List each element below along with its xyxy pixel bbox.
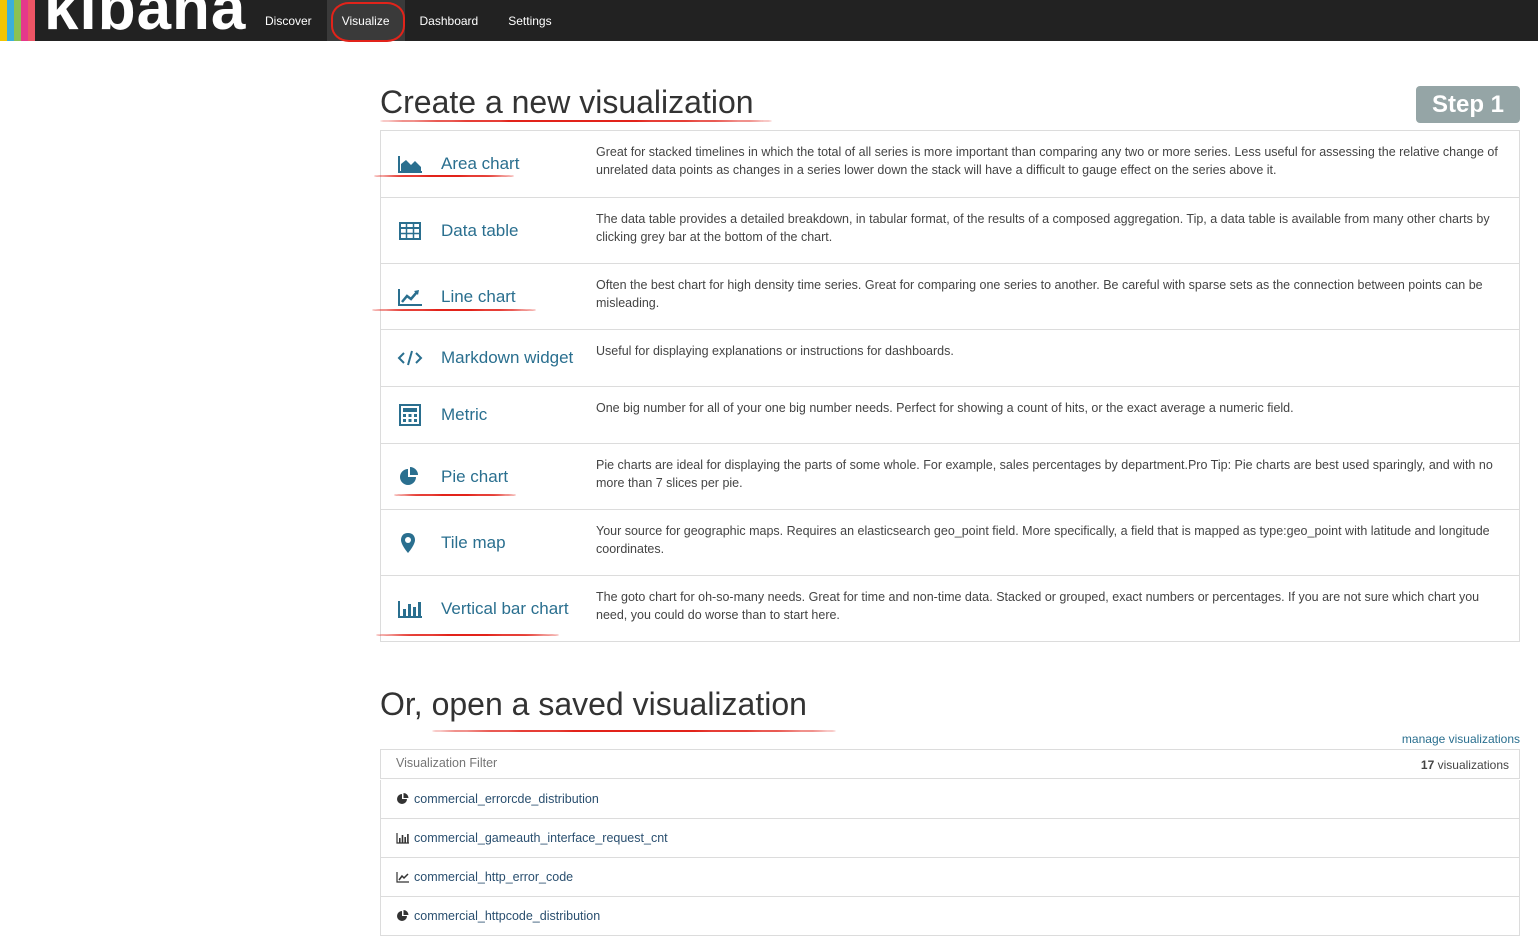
logo-text: kibana	[44, 0, 247, 41]
nav-settings[interactable]: Settings	[493, 0, 566, 41]
logo-stripes	[0, 0, 35, 41]
pie-chart-icon	[397, 466, 423, 487]
create-title: Create a new visualization	[380, 84, 754, 120]
vis-type-area-chart[interactable]: Area chart Great for stacked timelines i…	[381, 131, 1519, 197]
pie-chart-icon	[396, 909, 410, 923]
pie-chart-icon	[396, 792, 410, 806]
vis-type-metric[interactable]: Metric One big number for all of your on…	[381, 386, 1519, 443]
vis-type-name: Vertical bar chart	[441, 598, 569, 618]
vis-type-name: Metric	[441, 405, 488, 424]
vis-type-description: Useful for displaying explanations or in…	[596, 344, 954, 358]
bar-chart-icon	[397, 599, 423, 619]
vis-type-name: Pie chart	[441, 466, 509, 486]
top-navbar: kibana Discover Visualize Dashboard Sett…	[0, 0, 1538, 42]
annotation-underline	[432, 730, 836, 732]
area-chart-icon	[397, 154, 423, 174]
saved-visualization-name: commercial_errorcde_distribution	[414, 792, 599, 806]
vis-type-description: Your source for geographic maps. Require…	[596, 524, 1490, 556]
nav-discover[interactable]: Discover	[250, 0, 327, 41]
step-badge: Step 1	[1416, 86, 1520, 123]
vis-type-description: Great for stacked timelines in which the…	[596, 145, 1498, 177]
line-chart-icon	[397, 287, 423, 307]
vis-type-line-chart[interactable]: Line chart Often the best chart for high…	[381, 263, 1519, 329]
saved-visualization-name: commercial_gameauth_interface_request_cn…	[414, 831, 668, 845]
vis-type-vertical-bar-chart[interactable]: Vertical bar chart The goto chart for oh…	[381, 575, 1519, 641]
vis-type-description: The goto chart for oh-so-many needs. Gre…	[596, 590, 1480, 622]
line-chart-icon	[396, 870, 410, 884]
saved-visualization-name: commercial_http_error_code	[414, 870, 574, 884]
vis-type-description: Often the best chart for high density ti…	[596, 278, 1483, 310]
visualization-count-number: 17	[1420, 758, 1435, 772]
annotation-underline	[380, 120, 772, 122]
visualization-type-list: Area chart Great for stacked timelines i…	[380, 130, 1520, 642]
visualization-count-suffix: visualizations	[1437, 758, 1509, 772]
vis-type-name: Tile map	[441, 532, 506, 552]
vis-type-data-table[interactable]: Data table The data table provides a det…	[381, 197, 1519, 263]
table-icon	[397, 221, 423, 241]
saved-visualization-list: commercial_errorcde_distribution commerc…	[380, 780, 1520, 936]
vis-type-markdown-widget[interactable]: Markdown widget Useful for displaying ex…	[381, 329, 1519, 386]
vis-type-name: Markdown widget	[441, 348, 574, 367]
visualization-count: 17 visualizations	[1421, 758, 1509, 772]
saved-visualization-item[interactable]: commercial_gameauth_interface_request_cn…	[381, 819, 1519, 858]
annotation-underline	[374, 175, 514, 177]
saved-visualization-item[interactable]: commercial_errorcde_distribution	[381, 780, 1519, 819]
annotation-underline	[372, 309, 536, 311]
vis-type-name: Line chart	[441, 286, 516, 306]
bar-chart-icon	[396, 831, 410, 845]
saved-title: Or, open a saved visualization	[380, 686, 807, 722]
vis-type-pie-chart[interactable]: Pie chart Pie charts are ideal for displ…	[381, 443, 1519, 509]
vis-type-tile-map[interactable]: Tile map Your source for geographic maps…	[381, 509, 1519, 575]
nav-visualize[interactable]: Visualize	[326, 0, 405, 42]
vis-type-description: One big number for all of your one big n…	[596, 401, 1294, 415]
code-icon	[397, 348, 423, 368]
visualization-filter-input[interactable]	[396, 756, 1196, 770]
kibana-logo[interactable]: kibana	[0, 0, 250, 41]
saved-visualization-name: commercial_httpcode_distribution	[414, 909, 601, 923]
saved-visualization-item[interactable]: commercial_http_error_code	[381, 858, 1519, 897]
annotation-underline	[394, 494, 516, 496]
vis-type-name: Data table	[441, 220, 519, 240]
manage-visualizations-link[interactable]: manage visualizations	[1402, 732, 1520, 746]
main-nav: Discover Visualize Dashboard Settings	[250, 0, 567, 42]
vis-type-description: The data table provides a detailed break…	[596, 212, 1490, 244]
vis-type-description: Pie charts are ideal for displaying the …	[596, 458, 1493, 490]
saved-visualization-item[interactable]: commercial_httpcode_distribution	[381, 897, 1519, 936]
visualization-filter: 17 visualizations	[380, 749, 1520, 779]
vis-type-name: Area chart	[441, 154, 520, 173]
map-marker-icon	[397, 532, 423, 553]
nav-dashboard[interactable]: Dashboard	[405, 0, 494, 41]
annotation-underline	[376, 634, 559, 636]
calculator-icon	[397, 404, 423, 426]
